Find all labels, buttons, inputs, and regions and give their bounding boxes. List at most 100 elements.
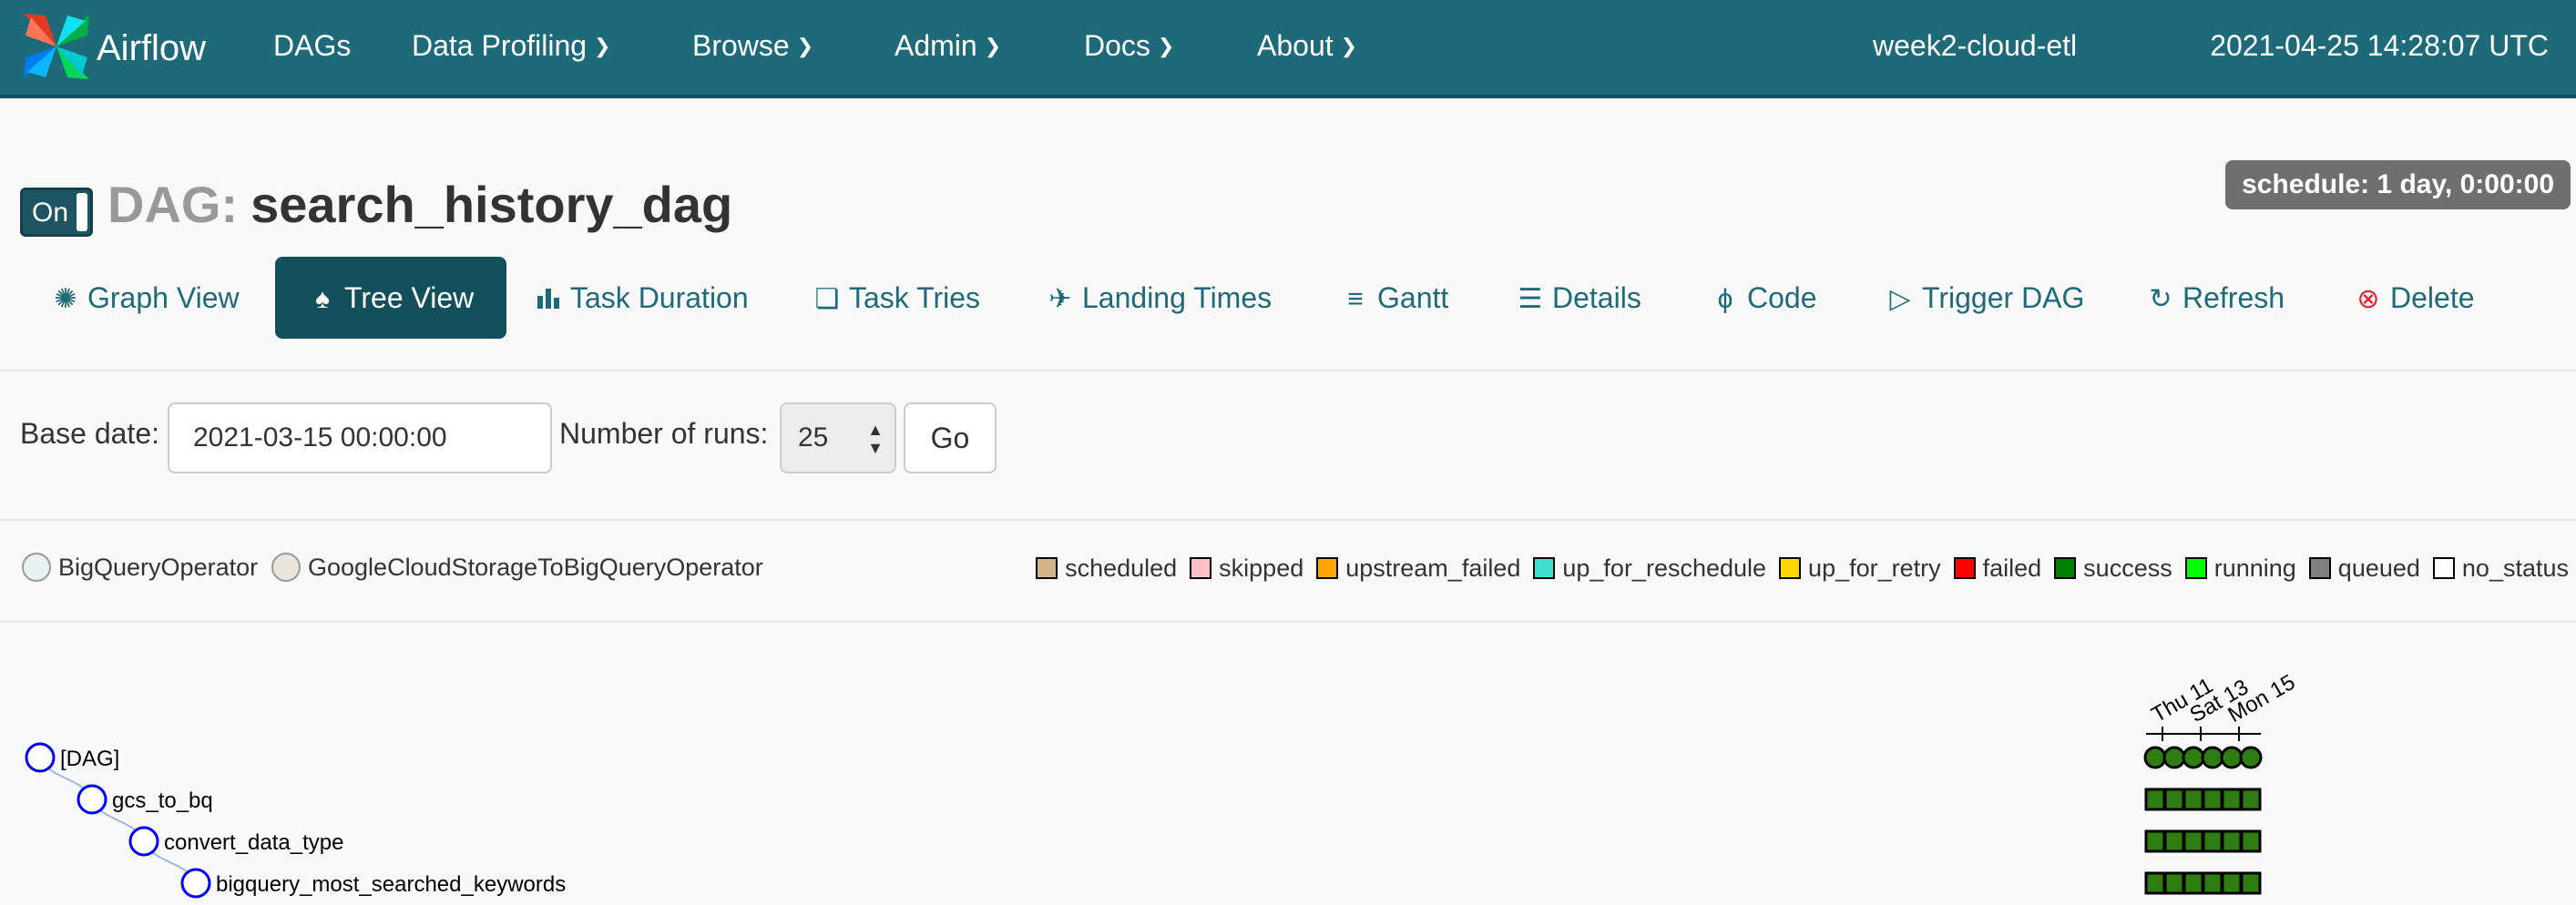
chevron-down-icon: ❯ <box>796 34 814 57</box>
dag-pause-toggle[interactable]: On <box>20 188 93 237</box>
state-swatch <box>1779 557 1802 579</box>
tree-view-canvas: [DAG] gcs_to_bq convert_data_type bigquery_… <box>25 670 2299 899</box>
state-legend-scheduled: scheduled <box>1036 554 1177 583</box>
state-swatch <box>1036 557 1058 579</box>
dag-run-status[interactable] <box>2143 746 2167 769</box>
operator-legend-gcs-to-bigquery: GoogleCloudStorageToBigQueryOperator <box>266 546 774 588</box>
nav-about[interactable]: About ❯ <box>1257 0 1357 91</box>
tab-label: Trigger DAG <box>1922 281 2085 314</box>
plane-icon: ✈ <box>1048 284 1072 314</box>
go-button[interactable]: Go <box>904 402 997 473</box>
tab-trigger-dag[interactable]: ▷ Trigger DAG <box>1886 257 2084 339</box>
task-instance-status[interactable] <box>2202 829 2223 853</box>
dag-prefix: DAG: <box>107 176 239 233</box>
tab-code[interactable]: ϕ Code <box>1711 257 1817 339</box>
tree-node-label[interactable]: gcs_to_bq <box>112 788 213 813</box>
task-instance-status[interactable] <box>2144 788 2166 811</box>
runs-value: 25 <box>798 422 829 452</box>
task-instance-status[interactable] <box>2240 871 2262 895</box>
state-label: upstream_failed <box>1345 554 1521 582</box>
task-instance-status[interactable] <box>2221 829 2243 853</box>
refresh-icon: ↻ <box>2149 284 2172 314</box>
align-left-icon: ≡ <box>1347 284 1364 314</box>
chevron-down-icon: ❯ <box>1340 34 1358 57</box>
nav-data-profiling[interactable]: Data Profiling ❯ <box>412 0 611 91</box>
dag-run-status[interactable] <box>2162 746 2186 769</box>
tab-label: Details <box>1552 281 1641 314</box>
number-of-runs-select[interactable]: 25 ▲ ▼ <box>780 402 896 473</box>
nav-docs[interactable]: Docs ❯ <box>1084 0 1174 91</box>
tab-delete[interactable]: ⊗ Delete <box>2354 257 2474 339</box>
operator-color-dot <box>22 552 51 582</box>
task-instance-status[interactable] <box>2182 871 2204 895</box>
schedule-badge: schedule: 1 day, 0:00:00 <box>2225 160 2571 209</box>
tree-node-task[interactable] <box>128 826 159 857</box>
task-instance-status[interactable] <box>2240 788 2262 811</box>
nav-admin[interactable]: Admin ❯ <box>894 0 1001 91</box>
state-swatch <box>2308 557 2331 579</box>
task-instance-status[interactable] <box>2144 871 2166 895</box>
tab-gantt[interactable]: ≡ Gantt <box>1341 257 1448 339</box>
server-clock: 2021-04-25 14:28:07 UTC <box>2210 29 2549 62</box>
task-instance-status[interactable] <box>2163 788 2185 811</box>
divider <box>0 370 2576 371</box>
play-circle-icon: ▷ <box>1889 284 1911 314</box>
task-instance-status[interactable] <box>2221 788 2243 811</box>
state-swatch <box>1533 557 1556 579</box>
task-instance-status[interactable] <box>2144 829 2166 853</box>
tab-graph-view[interactable]: ✺ Graph View <box>51 257 239 339</box>
dag-run-status[interactable] <box>2239 746 2263 769</box>
nav-browse-label: Browse <box>692 29 790 62</box>
task-instance-status[interactable] <box>2182 829 2204 853</box>
state-legend-up-for-reschedule: up_for_reschedule <box>1533 554 1766 583</box>
chevron-down-icon: ❯ <box>984 34 1002 57</box>
operator-name: GoogleCloudStorageToBigQueryOperator <box>308 554 763 581</box>
tree-node-task[interactable] <box>77 784 107 815</box>
list-icon: ☰ <box>1518 284 1543 314</box>
chevron-down-icon: ❯ <box>594 34 611 57</box>
state-swatch <box>1316 557 1339 579</box>
tab-landing-times[interactable]: ✈ Landing Times <box>1046 257 1272 339</box>
page-title: DAG: search_history_dag <box>107 175 732 234</box>
tree-node-label[interactable]: convert_data_type <box>164 830 343 855</box>
dag-run-status[interactable] <box>2201 746 2224 769</box>
state-legend-failed: failed <box>1953 554 2041 583</box>
task-instance-status[interactable] <box>2202 788 2223 811</box>
state-label: up_for_retry <box>1808 554 1941 582</box>
task-instance-status[interactable] <box>2163 829 2185 853</box>
tree-node-label[interactable]: bigquery_most_searched_keywords <box>216 872 566 897</box>
brand[interactable]: Airflow <box>18 7 206 89</box>
tree-node-task[interactable] <box>180 868 211 899</box>
dag-run-status[interactable] <box>2182 746 2205 769</box>
toggle-knob <box>77 193 87 231</box>
dag-id: search_history_dag <box>250 176 733 233</box>
tab-tree-view[interactable]: ♠ Tree View <box>275 257 507 339</box>
tree-node-dag[interactable] <box>25 742 56 773</box>
state-label: up_for_reschedule <box>1562 554 1767 582</box>
task-instance-status[interactable] <box>2240 829 2262 853</box>
task-instance-status[interactable] <box>2163 871 2185 895</box>
tab-label: Gantt <box>1377 281 1449 314</box>
graph-icon: ✺ <box>54 284 77 314</box>
select-arrows-icon: ▲ ▼ <box>867 421 884 457</box>
tab-refresh[interactable]: ↻ Refresh <box>2146 257 2285 339</box>
base-date-input[interactable] <box>168 402 552 473</box>
bolt-icon: ϕ <box>1717 284 1733 314</box>
nav-docs-label: Docs <box>1084 29 1150 62</box>
tab-label: Task Tries <box>849 281 981 314</box>
state-legend-no-status: no_status <box>2432 554 2569 583</box>
tree-node-label[interactable]: [DAG] <box>60 747 119 771</box>
task-instance-status[interactable] <box>2202 871 2223 895</box>
task-instance-status[interactable] <box>2182 788 2204 811</box>
tab-task-tries[interactable]: ❏ Task Tries <box>813 257 980 339</box>
tab-details[interactable]: ☰ Details <box>1516 257 1641 339</box>
state-legend: scheduled skipped upstream_failed up_for_re… <box>1023 550 2569 586</box>
nav-dags[interactable]: DAGs <box>273 0 351 91</box>
nav-browse[interactable]: Browse ❯ <box>692 0 813 91</box>
state-label: running <box>2213 554 2296 582</box>
tab-task-duration[interactable]: Task Duration <box>534 257 749 339</box>
delete-circle-icon: ⊗ <box>2356 284 2380 314</box>
dag-run-status[interactable] <box>2220 746 2244 769</box>
state-label: queued <box>2337 554 2420 582</box>
task-instance-status[interactable] <box>2221 871 2243 895</box>
